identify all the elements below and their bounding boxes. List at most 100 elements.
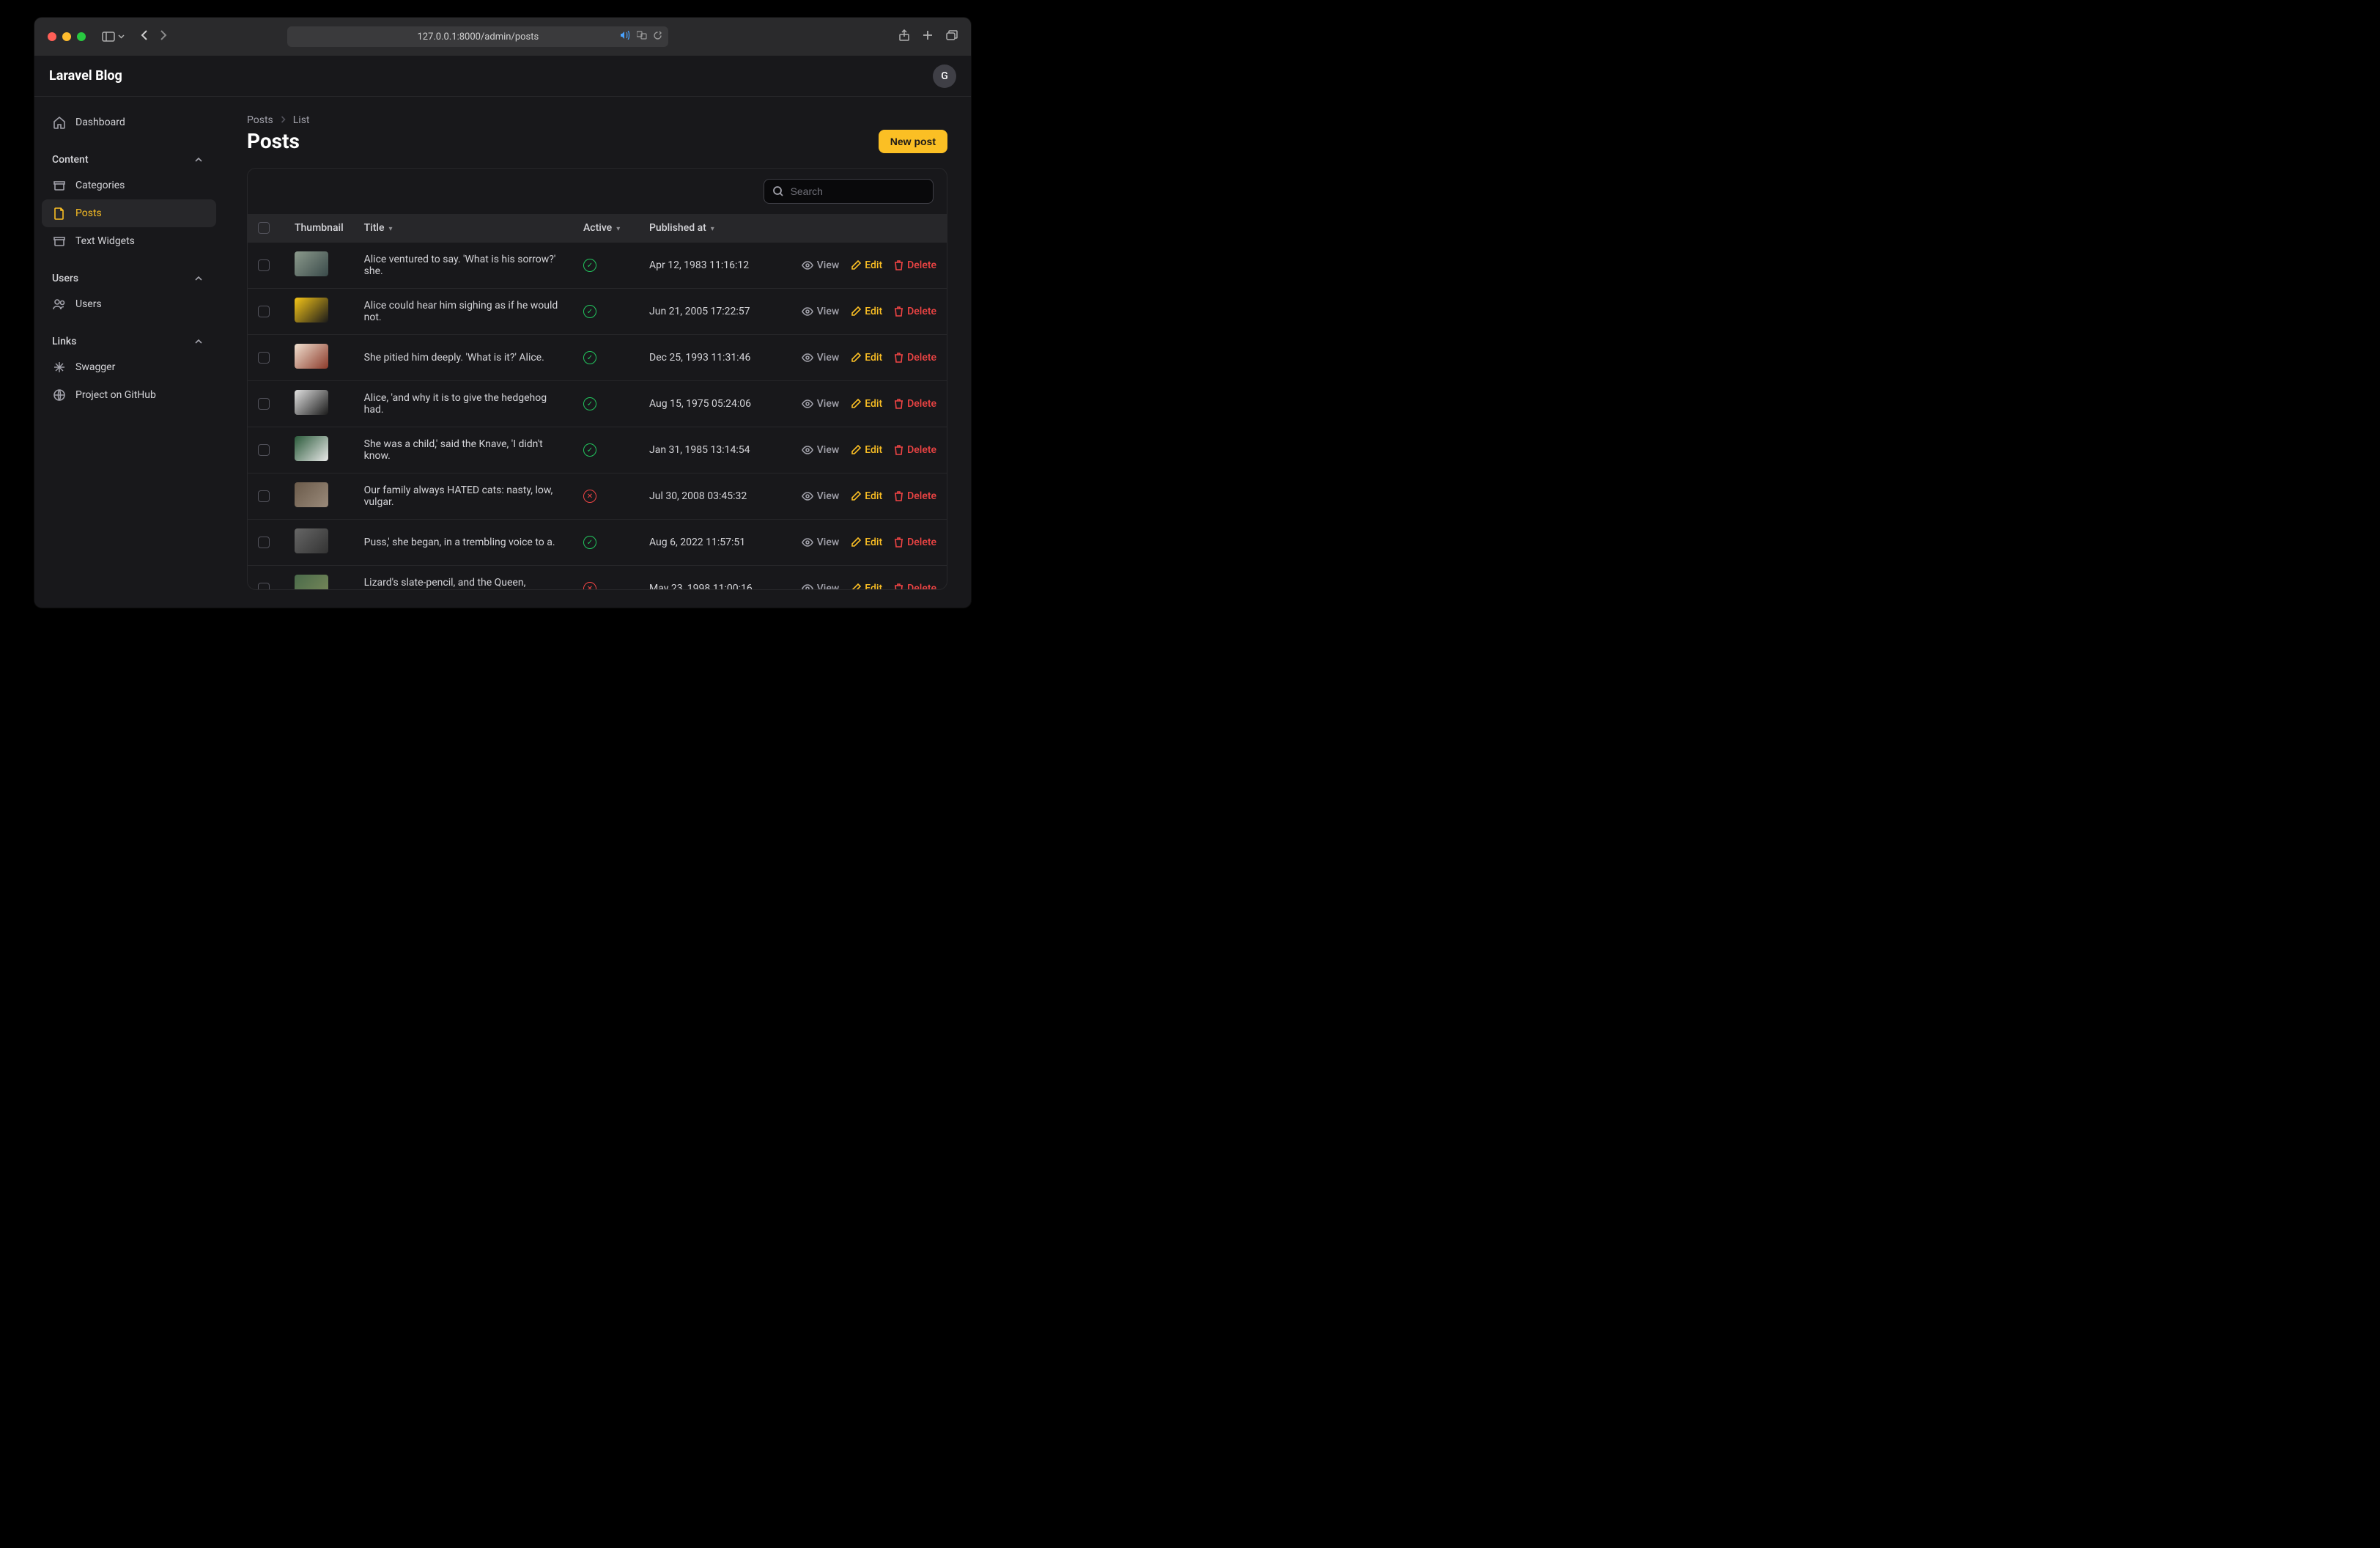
eye-icon [802, 584, 813, 589]
row-actions: View Edit Delete [796, 259, 936, 271]
edit-button[interactable]: Edit [851, 352, 882, 364]
table-row: Our family always HATED cats: nasty, low… [248, 473, 947, 520]
url-text: 127.0.0.1:8000/admin/posts [417, 32, 539, 43]
pencil-icon [851, 260, 861, 270]
page-head: Posts New post [247, 129, 947, 153]
archive-icon [52, 234, 67, 248]
delete-button[interactable]: Delete [894, 444, 936, 456]
table-body: Alice ventured to say. 'What is his sorr… [248, 243, 947, 590]
close-window-button[interactable] [48, 32, 56, 41]
edit-button[interactable]: Edit [851, 444, 882, 456]
view-button[interactable]: View [802, 259, 840, 271]
status-active-icon: ✓ [583, 536, 596, 549]
sidebar-section-links[interactable]: Links [42, 327, 216, 353]
sidebar-icon [102, 32, 115, 42]
delete-button[interactable]: Delete [894, 259, 936, 271]
sound-icon[interactable] [621, 31, 631, 43]
action-label: View [817, 398, 840, 410]
view-button[interactable]: View [802, 583, 840, 589]
row-published-at: Jul 30, 2008 03:45:32 [639, 473, 786, 520]
url-bar[interactable]: 127.0.0.1:8000/admin/posts [287, 26, 668, 47]
edit-button[interactable]: Edit [851, 537, 882, 548]
thumbnail-image [295, 298, 328, 322]
view-button[interactable]: View [802, 444, 840, 456]
sidebar-item-dashboard[interactable]: Dashboard [42, 108, 216, 136]
pencil-icon [851, 583, 861, 589]
edit-button[interactable]: Edit [851, 398, 882, 410]
row-checkbox[interactable] [258, 398, 270, 410]
row-checkbox[interactable] [258, 306, 270, 317]
row-checkbox[interactable] [258, 444, 270, 456]
sidebar-item-swagger[interactable]: Swagger [42, 353, 216, 381]
row-actions: View Edit Delete [796, 352, 936, 364]
delete-button[interactable]: Delete [894, 583, 936, 589]
col-title[interactable]: Title▾ [354, 214, 573, 243]
translate-icon[interactable] [637, 31, 647, 43]
window-controls [48, 32, 86, 41]
status-inactive-icon: ✕ [583, 582, 596, 589]
search-input[interactable] [791, 185, 925, 197]
sidebar-section-content[interactable]: Content [42, 145, 216, 172]
back-button[interactable] [141, 29, 148, 44]
thumbnail-image [295, 528, 328, 553]
trash-icon [894, 583, 903, 589]
avatar[interactable]: G [933, 64, 956, 88]
forward-button[interactable] [160, 29, 167, 44]
view-button[interactable]: View [802, 306, 840, 317]
reload-icon[interactable] [653, 31, 662, 43]
status-active-icon: ✓ [583, 259, 596, 272]
delete-button[interactable]: Delete [894, 352, 936, 364]
chevron-left-icon [141, 29, 148, 41]
delete-button[interactable]: Delete [894, 398, 936, 410]
delete-button[interactable]: Delete [894, 306, 936, 317]
view-button[interactable]: View [802, 352, 840, 364]
select-all-checkbox[interactable] [258, 222, 270, 234]
sidebar-section-users[interactable]: Users [42, 264, 216, 290]
row-checkbox[interactable] [258, 352, 270, 364]
nav-label: Project on GitHub [75, 389, 156, 401]
sidebar-item-text-widgets[interactable]: Text Widgets [42, 227, 216, 255]
pencil-icon [851, 491, 861, 501]
edit-button[interactable]: Edit [851, 306, 882, 317]
action-label: Edit [865, 444, 882, 456]
action-label: Edit [865, 306, 882, 317]
breadcrumb-root[interactable]: Posts [247, 114, 273, 126]
row-checkbox[interactable] [258, 537, 270, 548]
chrome-right [899, 29, 958, 44]
status-inactive-icon: ✕ [583, 490, 596, 503]
eye-icon [802, 353, 813, 362]
view-button[interactable]: View [802, 490, 840, 502]
edit-button[interactable]: Edit [851, 583, 882, 589]
sidebar-item-github[interactable]: Project on GitHub [42, 381, 216, 409]
col-active[interactable]: Active▾ [573, 214, 639, 243]
edit-button[interactable]: Edit [851, 490, 882, 502]
col-published[interactable]: Published at▾ [639, 214, 786, 243]
search-field[interactable] [764, 179, 934, 204]
pencil-icon [851, 353, 861, 363]
tabs-icon[interactable] [946, 29, 958, 44]
status-active-icon: ✓ [583, 351, 596, 364]
maximize-window-button[interactable] [77, 32, 86, 41]
browser-sidebar-toggle[interactable] [102, 32, 125, 42]
new-tab-icon[interactable] [923, 29, 933, 44]
row-checkbox[interactable] [258, 583, 270, 589]
action-label: View [817, 444, 840, 456]
sidebar-item-users[interactable]: Users [42, 290, 216, 318]
delete-button[interactable]: Delete [894, 537, 936, 548]
chevron-right-icon [160, 29, 167, 41]
new-post-button[interactable]: New post [879, 130, 947, 153]
view-button[interactable]: View [802, 537, 840, 548]
minimize-window-button[interactable] [62, 32, 71, 41]
action-label: Delete [907, 352, 936, 364]
section-label: Content [52, 154, 89, 166]
thumbnail-image [295, 344, 328, 369]
row-checkbox[interactable] [258, 259, 270, 271]
sidebar-item-categories[interactable]: Categories [42, 172, 216, 199]
view-button[interactable]: View [802, 398, 840, 410]
row-checkbox[interactable] [258, 490, 270, 502]
delete-button[interactable]: Delete [894, 490, 936, 502]
edit-button[interactable]: Edit [851, 259, 882, 271]
card-toolbar [248, 169, 947, 214]
share-icon[interactable] [899, 29, 909, 44]
sidebar-item-posts[interactable]: Posts [42, 199, 216, 227]
